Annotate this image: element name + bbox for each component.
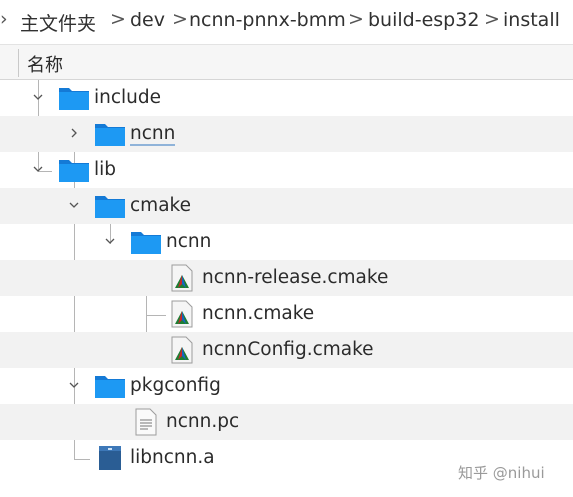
watermark: 知乎 @nihui: [458, 464, 545, 482]
chevron-right-icon[interactable]: [68, 127, 80, 139]
tree-row-label: ncnn.pc: [166, 411, 240, 432]
cmake-file-icon: [171, 336, 193, 364]
column-header-name[interactable]: 名称: [27, 51, 63, 77]
tree-row-label: cmake: [130, 195, 191, 216]
chevron-down-icon[interactable]: [68, 379, 80, 391]
tree-row-ncnnconfig-cmake[interactable]: ncnnConfig.cmake: [0, 332, 573, 368]
folder-icon: [95, 376, 125, 398]
cmake-file-icon: [171, 300, 193, 328]
breadcrumb-item-build-esp32[interactable]: build-esp32: [368, 9, 479, 31]
file-tree: include ncnn lib cmake ncnn ncnn-release…: [0, 80, 573, 497]
tree-row-label: ncnn.cmake: [202, 303, 315, 324]
tree-row-label: include: [94, 87, 162, 108]
tree-row-cmake[interactable]: cmake: [0, 188, 573, 224]
tree-row-label: lib: [94, 159, 117, 180]
tree-row-ncnn-pc[interactable]: ncnn.pc: [0, 404, 573, 440]
column-header[interactable]: 名称: [0, 44, 573, 80]
chevron-down-icon[interactable]: [68, 199, 80, 211]
breadcrumb-leading-chevron-icon[interactable]: ›: [0, 8, 8, 30]
tree-row-lib[interactable]: lib: [0, 152, 573, 188]
tree-row-cmake-ncnn[interactable]: ncnn: [0, 224, 573, 260]
breadcrumb-separator-icon[interactable]: >: [110, 8, 126, 30]
folder-icon: [95, 196, 125, 218]
archive-file-icon: [99, 446, 121, 470]
tree-row-label: libncnn.a: [130, 447, 215, 468]
tree-row-label: ncnnConfig.cmake: [202, 339, 374, 360]
column-resize-handle[interactable]: [18, 49, 19, 77]
tree-row-label: ncnn: [166, 231, 212, 252]
folder-icon: [95, 124, 125, 146]
cmake-file-icon: [171, 264, 193, 292]
folder-icon: [59, 160, 89, 182]
text-file-icon: [135, 408, 157, 436]
chevron-down-icon[interactable]: [32, 163, 44, 175]
tree-row-include-ncnn[interactable]: ncnn: [0, 116, 573, 152]
breadcrumb-item-install[interactable]: install: [503, 9, 560, 31]
tree-row-ncnn-release-cmake[interactable]: ncnn-release.cmake: [0, 260, 573, 296]
folder-icon: [131, 232, 161, 254]
folder-icon: [59, 88, 89, 110]
chevron-down-icon[interactable]: [32, 91, 44, 103]
breadcrumb: › 主文件夹 > dev > ncnn-pnnx-bmm > build-esp…: [0, 0, 573, 43]
breadcrumb-item-home[interactable]: 主文件夹: [20, 9, 96, 36]
tree-row-label: pkgconfig: [130, 375, 221, 396]
tree-row-label: ncnn-release.cmake: [202, 267, 389, 288]
breadcrumb-item-dev[interactable]: dev: [130, 9, 165, 31]
breadcrumb-separator-icon[interactable]: >: [348, 8, 364, 30]
tree-row-ncnn-cmake[interactable]: ncnn.cmake: [0, 296, 573, 332]
tree-row-include[interactable]: include: [0, 80, 573, 116]
breadcrumb-item-ncnn-pnnx-bmm[interactable]: ncnn-pnnx-bmm: [189, 9, 346, 31]
chevron-down-icon[interactable]: [104, 235, 116, 247]
breadcrumb-separator-icon[interactable]: >: [484, 8, 500, 30]
tree-row-label: ncnn: [130, 123, 176, 146]
breadcrumb-separator-icon[interactable]: >: [172, 8, 188, 30]
tree-row-pkgconfig[interactable]: pkgconfig: [0, 368, 573, 404]
